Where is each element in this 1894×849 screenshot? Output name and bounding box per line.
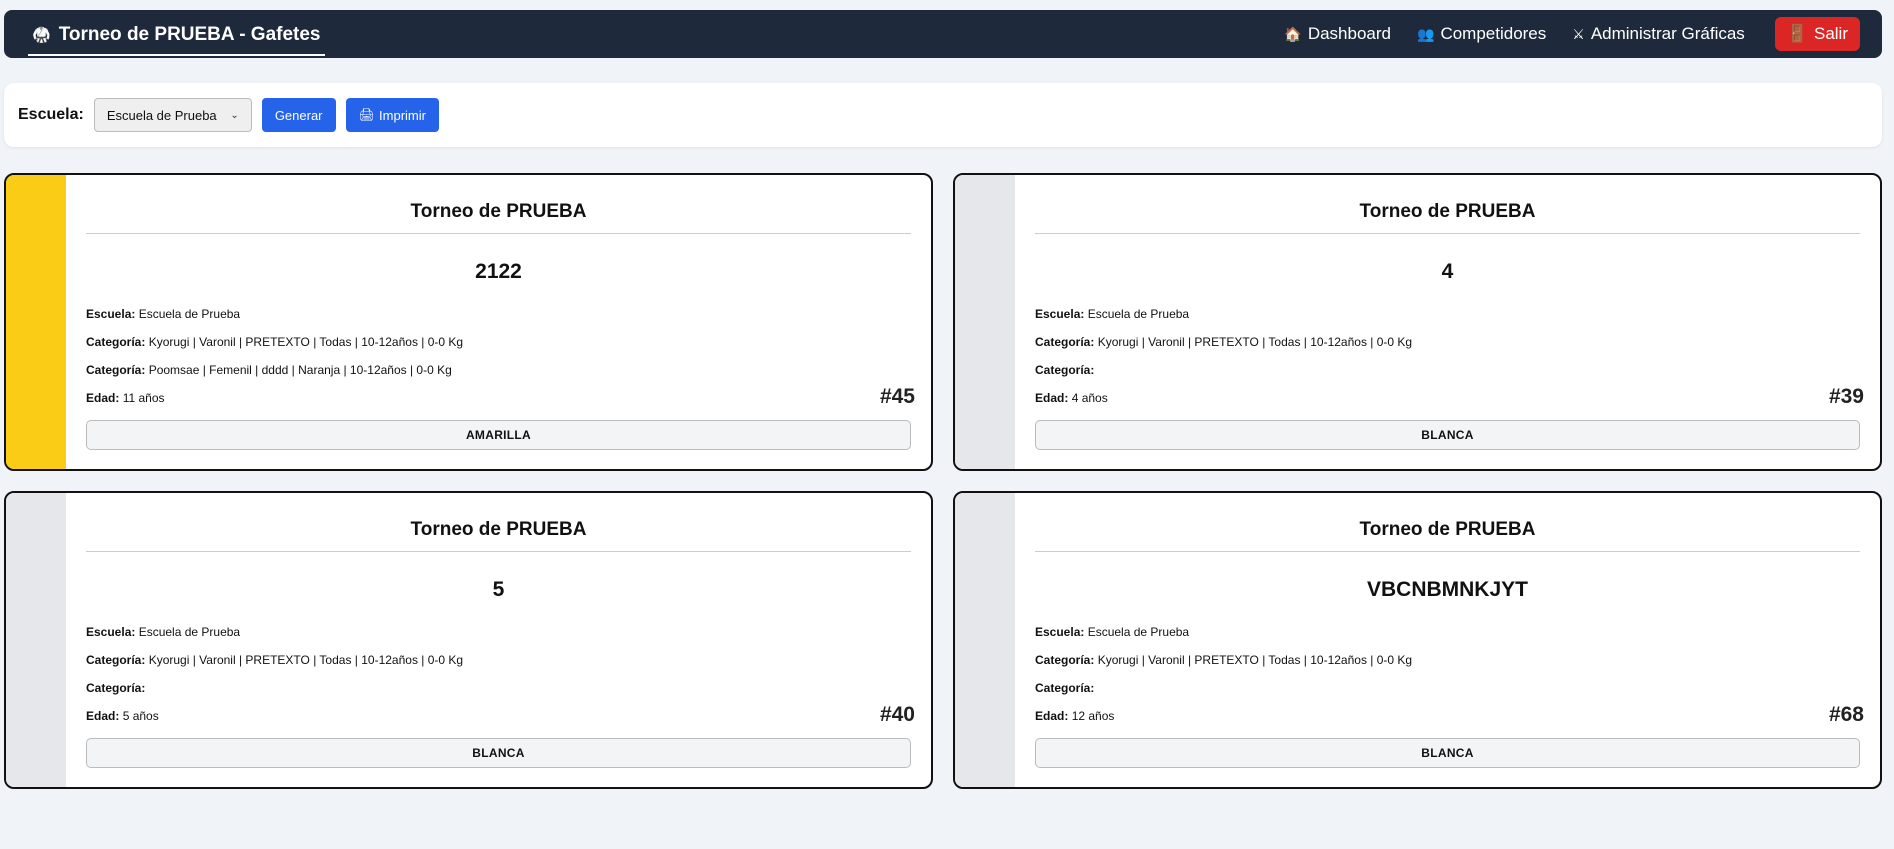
badge-content: Torneo de PRUEBA 5 Escuela: Escuela de P… [86, 493, 915, 787]
competitor-number: #45 [879, 385, 915, 408]
printer-icon: 🖨 [358, 107, 376, 122]
category-line: Categoría: Kyorugi | Varonil | PRETEXTO … [86, 653, 464, 667]
logout-button[interactable]: 🚪 Salir [1774, 17, 1860, 51]
category-line: Categoría: Kyorugi | Varonil | PRETEXTO … [1035, 335, 1413, 349]
belt-label: BLANCA [1035, 420, 1860, 450]
belt-label: BLANCA [86, 738, 911, 768]
nav-link-label: Administrar Gráficas [1590, 24, 1745, 43]
school-line: Escuela: Escuela de Prueba [86, 625, 241, 639]
belt-label: AMARILLA [86, 420, 911, 450]
badge-card: Torneo de PRUEBA VBCNBMNKJYT Escuela: Es… [953, 491, 1882, 789]
print-button[interactable]: 🖨 Imprimir [345, 98, 439, 132]
badge-content: Torneo de PRUEBA 2122 Escuela: Escuela d… [86, 175, 915, 469]
school-select-value: Escuela de Prueba [106, 107, 217, 123]
competitor-name: 4 [1441, 260, 1454, 283]
badge-card: Torneo de PRUEBA 5 Escuela: Escuela de P… [4, 491, 933, 789]
badge-tournament: Torneo de PRUEBA [1035, 201, 1860, 234]
belt-color-stripe [955, 175, 1015, 469]
chevron-down-icon: ⌄ [230, 109, 239, 121]
nav-link-manage-charts[interactable]: ⚔ Administrar Gráficas [1572, 24, 1745, 44]
badge-tournament: Torneo de PRUEBA [86, 519, 911, 552]
age-line: Edad: 4 años [1035, 391, 1108, 405]
nav-links: 🏠 Dashboard 👥 Competidores ⚔ Administrar… [1284, 17, 1860, 51]
crossed-swords-icon: ⚔ [1572, 25, 1585, 42]
belt-label: BLANCA [1035, 738, 1860, 768]
school-line: Escuela: Escuela de Prueba [1035, 625, 1190, 639]
school-line: Escuela: Escuela de Prueba [1035, 307, 1190, 321]
generate-button[interactable]: Generar [261, 98, 336, 132]
badge-tournament: Torneo de PRUEBA [1035, 519, 1860, 552]
category-line: Categoría: Kyorugi | Varonil | PRETEXTO … [1035, 653, 1413, 667]
navbar: 🥋 Torneo de PRUEBA - Gafetes 🏠 Dashboard… [4, 10, 1882, 58]
age-line: Edad: 5 años [86, 709, 159, 723]
nav-link-dashboard[interactable]: 🏠 Dashboard [1284, 24, 1391, 44]
belt-color-stripe [6, 493, 66, 787]
category-line: Categoría: Poomsae | Femenil | dddd | Na… [86, 363, 452, 377]
age-line: Edad: 11 años [86, 391, 165, 405]
nav-link-label: Dashboard [1307, 24, 1391, 43]
competitor-name: VBCNBMNKJYT [1366, 578, 1528, 601]
badge-content: Torneo de PRUEBA VBCNBMNKJYT Escuela: Es… [1035, 493, 1864, 787]
school-select[interactable]: Escuela de Prueba ⌄ [93, 98, 252, 132]
belt-color-stripe [955, 493, 1015, 787]
nav-link-competitors[interactable]: 👥 Competidores [1417, 24, 1546, 44]
badge-content: Torneo de PRUEBA 4 Escuela: Escuela de P… [1035, 175, 1864, 469]
print-label: Imprimir [379, 107, 426, 123]
brand-title: Torneo de PRUEBA - Gafetes [58, 24, 321, 45]
badge-card: Torneo de PRUEBA 2122 Escuela: Escuela d… [4, 173, 933, 471]
category-line: Categoría: Kyorugi | Varonil | PRETEXTO … [86, 335, 464, 349]
door-icon: 🚪 [1786, 24, 1808, 43]
badge-tournament: Torneo de PRUEBA [86, 201, 911, 234]
users-icon: 👥 [1417, 25, 1435, 42]
belt-color-stripe [6, 175, 66, 469]
competitor-number: #39 [1828, 385, 1864, 408]
age-line: Edad: 12 años [1035, 709, 1115, 723]
school-line: Escuela: Escuela de Prueba [86, 307, 241, 321]
house-icon: 🏠 [1284, 25, 1302, 42]
nav-link-label: Competidores [1440, 24, 1547, 43]
category-line: Categoría: [86, 681, 146, 695]
category-line: Categoría: [1035, 363, 1095, 377]
school-label: Escuela: [18, 106, 84, 123]
badge-card: Torneo de PRUEBA 4 Escuela: Escuela de P… [953, 173, 1882, 471]
competitor-name: 5 [492, 578, 505, 601]
competitor-name: 2122 [475, 260, 522, 283]
brand[interactable]: 🥋 Torneo de PRUEBA - Gafetes [28, 18, 325, 56]
martial-arts-uniform-icon: 🥋 [32, 27, 51, 44]
competitor-number: #40 [879, 703, 915, 726]
category-line: Categoría: [1035, 681, 1095, 695]
logout-label: Salir [1813, 24, 1848, 43]
competitor-number: #68 [1828, 703, 1864, 726]
toolbar: Escuela: Escuela de Prueba ⌄ Generar 🖨 I… [4, 83, 1882, 147]
